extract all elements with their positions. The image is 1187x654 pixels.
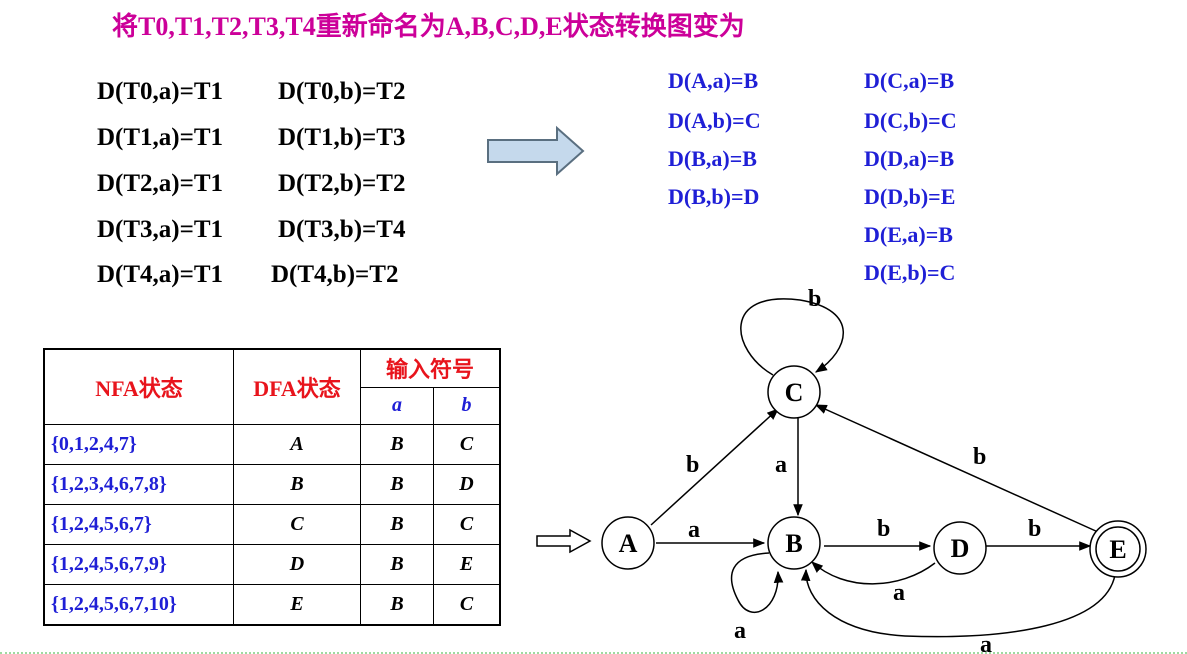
state-diagram: A B C D E b b a b a b b a a a <box>487 125 1147 654</box>
label-a-c: b <box>686 452 699 478</box>
state-a-label: A <box>619 529 638 558</box>
label-c-b: a <box>775 452 787 478</box>
label-e-c: b <box>973 444 986 470</box>
edge-e-b <box>800 568 1116 638</box>
label-d-b: a <box>893 580 905 606</box>
edge-d-b <box>811 561 936 585</box>
label-e-b: a <box>980 632 992 654</box>
state-c-label: C <box>785 378 804 407</box>
label-b-d: b <box>877 516 890 542</box>
start-arrow-icon <box>536 528 592 554</box>
edge-e-c <box>814 404 1099 533</box>
label-a-b: a <box>688 517 700 543</box>
edge-a-c <box>650 408 779 526</box>
edge-b-self <box>730 552 784 613</box>
state-b-label: B <box>785 529 802 558</box>
transform-arrow-icon <box>487 125 585 177</box>
edge-c-self <box>740 298 844 376</box>
label-c-self: b <box>808 286 821 312</box>
label-b-self: a <box>734 618 746 644</box>
state-e-label: E <box>1109 535 1126 564</box>
state-d-label: D <box>951 534 970 563</box>
label-d-e: b <box>1028 516 1041 542</box>
